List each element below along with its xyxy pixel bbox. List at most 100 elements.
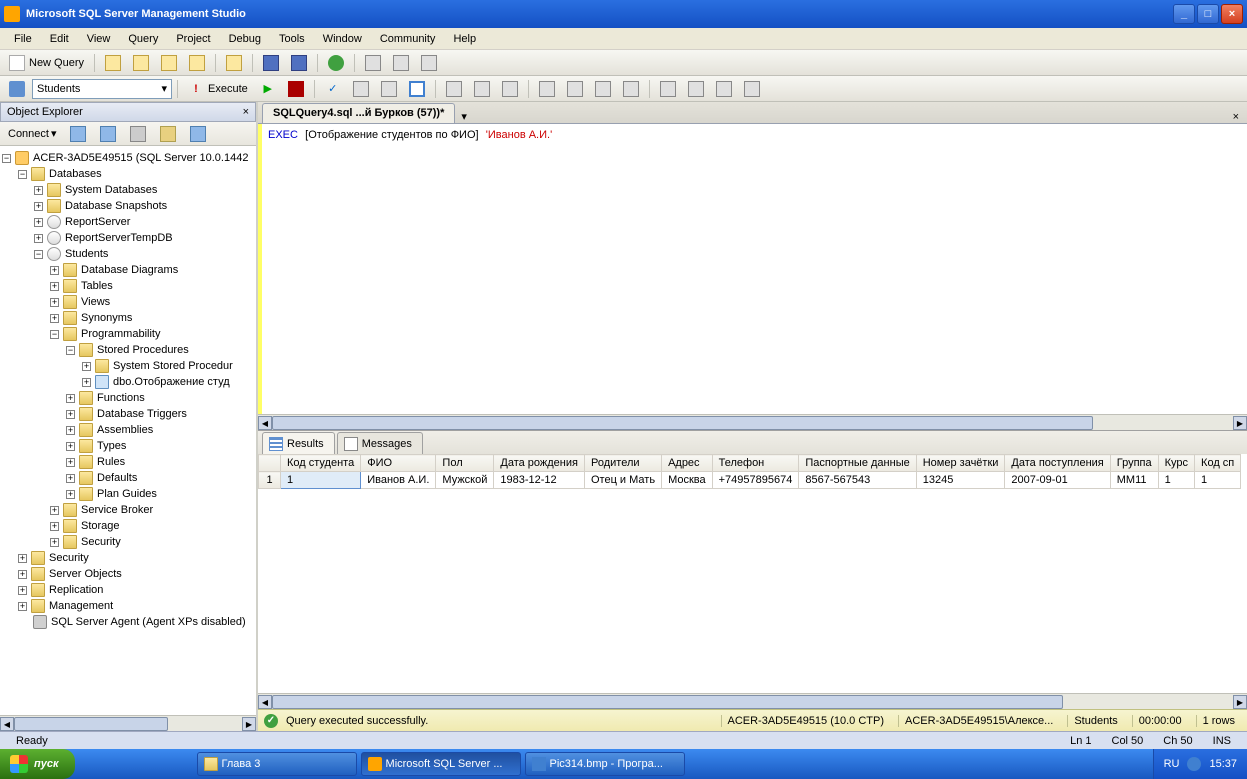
tree-synonyms[interactable]: +Synonyms bbox=[2, 310, 254, 326]
expand-icon[interactable]: + bbox=[34, 202, 43, 211]
tree-functions[interactable]: +Functions bbox=[2, 390, 254, 406]
grid-header[interactable]: Адрес bbox=[662, 455, 713, 472]
disconnect-button[interactable] bbox=[95, 123, 121, 145]
grid-row[interactable]: 1 1 Иванов А.И. Мужской 1983-12-12 Отец … bbox=[259, 472, 1241, 489]
menu-query[interactable]: Query bbox=[120, 31, 166, 47]
expand-icon[interactable]: + bbox=[50, 538, 59, 547]
expand-icon[interactable]: + bbox=[66, 474, 75, 483]
tree-stored-procedures[interactable]: −Stored Procedures bbox=[2, 342, 254, 358]
tb-btn-3[interactable] bbox=[156, 52, 182, 74]
menu-window[interactable]: Window bbox=[315, 31, 370, 47]
quick-launch-item[interactable] bbox=[147, 754, 167, 774]
grid-cell[interactable]: 1 bbox=[1158, 472, 1194, 489]
results-grid[interactable]: Код студента ФИО Пол Дата рождения Родит… bbox=[258, 454, 1247, 693]
connect-server-button[interactable] bbox=[65, 123, 91, 145]
expand-icon[interactable]: + bbox=[50, 282, 59, 291]
grid-header[interactable]: Группа bbox=[1110, 455, 1158, 472]
tree-assemblies[interactable]: +Assemblies bbox=[2, 422, 254, 438]
tb-sql-18[interactable] bbox=[739, 78, 765, 100]
tree-rules[interactable]: +Rules bbox=[2, 454, 254, 470]
expand-icon[interactable]: + bbox=[34, 186, 43, 195]
save-button[interactable] bbox=[258, 52, 284, 74]
refresh-button[interactable] bbox=[185, 123, 211, 145]
grid-cell[interactable]: Мужской bbox=[436, 472, 494, 489]
results-file-button[interactable] bbox=[497, 78, 523, 100]
tree-system-stored-proc[interactable]: +System Stored Procedur bbox=[2, 358, 254, 374]
grid-hscroll[interactable]: ◀ ▶ bbox=[258, 693, 1247, 709]
tree-server-objects[interactable]: +Server Objects bbox=[2, 566, 254, 582]
tree-defaults[interactable]: +Defaults bbox=[2, 470, 254, 486]
quick-launch-item[interactable] bbox=[103, 754, 123, 774]
scroll-right-button[interactable]: ▶ bbox=[1233, 695, 1247, 709]
close-button[interactable]: × bbox=[1221, 4, 1243, 24]
activity-monitor-button[interactable] bbox=[323, 52, 349, 74]
specify-values-button[interactable] bbox=[655, 78, 681, 100]
new-query-button[interactable]: New Query bbox=[4, 52, 89, 74]
grid-header[interactable]: Дата рождения bbox=[494, 455, 585, 472]
scroll-right-button[interactable]: ▶ bbox=[242, 717, 256, 731]
expand-icon[interactable]: + bbox=[50, 298, 59, 307]
tb-sql-17[interactable] bbox=[711, 78, 737, 100]
results-grid-button[interactable] bbox=[469, 78, 495, 100]
scroll-left-button[interactable]: ◀ bbox=[258, 695, 272, 709]
scroll-thumb[interactable] bbox=[272, 695, 1063, 709]
comment-button[interactable] bbox=[534, 78, 560, 100]
collapse-icon[interactable]: − bbox=[66, 346, 75, 355]
tray-icon[interactable] bbox=[1187, 757, 1201, 771]
grid-cell[interactable]: 1 bbox=[281, 472, 361, 489]
expand-icon[interactable]: + bbox=[82, 362, 91, 371]
outdent-button[interactable] bbox=[618, 78, 644, 100]
tb-sql-16[interactable] bbox=[683, 78, 709, 100]
expand-icon[interactable]: + bbox=[66, 490, 75, 499]
start-button[interactable]: пуск bbox=[0, 749, 75, 779]
tb-btn-4[interactable] bbox=[184, 52, 210, 74]
open-button[interactable] bbox=[221, 52, 247, 74]
scroll-thumb[interactable] bbox=[272, 416, 1093, 430]
results-tab[interactable]: Results bbox=[262, 432, 335, 454]
connect-button[interactable]: Connect▾ bbox=[4, 125, 61, 142]
parse-button[interactable]: ✓ bbox=[320, 78, 346, 100]
tree-sql-agent[interactable]: SQL Server Agent (Agent XPs disabled) bbox=[2, 614, 254, 630]
expand-icon[interactable]: + bbox=[18, 602, 27, 611]
intellisense-button[interactable] bbox=[404, 78, 430, 100]
grid-header[interactable]: Пол bbox=[436, 455, 494, 472]
grid-header[interactable]: Код студента bbox=[281, 455, 361, 472]
scroll-right-button[interactable]: ▶ bbox=[1233, 416, 1247, 430]
indent-button[interactable] bbox=[590, 78, 616, 100]
expand-icon[interactable]: + bbox=[50, 266, 59, 275]
expand-icon[interactable]: + bbox=[66, 458, 75, 467]
collapse-icon[interactable]: − bbox=[18, 170, 27, 179]
editor-hscroll[interactable]: ◀ ▶ bbox=[258, 414, 1247, 430]
expand-icon[interactable]: + bbox=[66, 442, 75, 451]
expand-icon[interactable]: + bbox=[66, 426, 75, 435]
tb-btn-10[interactable] bbox=[388, 52, 414, 74]
expand-icon[interactable]: + bbox=[18, 586, 27, 595]
expand-icon[interactable]: + bbox=[66, 410, 75, 419]
grid-header[interactable]: Номер зачётки bbox=[916, 455, 1005, 472]
expand-icon[interactable]: + bbox=[50, 506, 59, 515]
scroll-left-button[interactable]: ◀ bbox=[0, 717, 14, 731]
grid-header[interactable]: ФИО bbox=[361, 455, 436, 472]
tree-db-triggers[interactable]: +Database Triggers bbox=[2, 406, 254, 422]
tree-programmability[interactable]: −Programmability bbox=[2, 326, 254, 342]
expand-icon[interactable]: + bbox=[50, 522, 59, 531]
tree-databases[interactable]: −Databases bbox=[2, 166, 254, 182]
grid-cell[interactable]: ММ11 bbox=[1110, 472, 1158, 489]
grid-cell[interactable]: 13245 bbox=[916, 472, 1005, 489]
tree-security[interactable]: +Security bbox=[2, 550, 254, 566]
grid-cell[interactable]: 8567-567543 bbox=[799, 472, 916, 489]
grid-header[interactable]: Паспортные данные bbox=[799, 455, 916, 472]
tree-views[interactable]: +Views bbox=[2, 294, 254, 310]
tree-reportserver[interactable]: +ReportServer bbox=[2, 214, 254, 230]
menu-tools[interactable]: Tools bbox=[271, 31, 313, 47]
tab-dropdown-button[interactable]: ▾ bbox=[457, 110, 471, 123]
quick-launch-item[interactable] bbox=[125, 754, 145, 774]
menu-view[interactable]: View bbox=[79, 31, 119, 47]
grid-header[interactable]: Код сп bbox=[1195, 455, 1241, 472]
tree-system-databases[interactable]: +System Databases bbox=[2, 182, 254, 198]
messages-tab[interactable]: Messages bbox=[337, 432, 423, 454]
uncomment-button[interactable] bbox=[562, 78, 588, 100]
query-options-button[interactable] bbox=[376, 78, 402, 100]
grid-header[interactable]: Родители bbox=[584, 455, 661, 472]
expand-icon[interactable]: + bbox=[18, 570, 27, 579]
